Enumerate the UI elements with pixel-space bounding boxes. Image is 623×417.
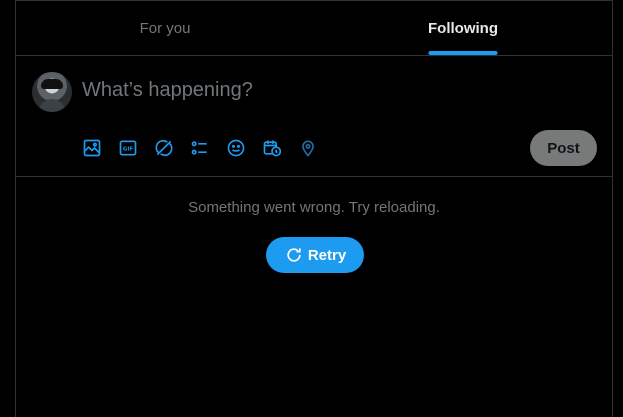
grok-icon[interactable] xyxy=(154,134,190,162)
active-tab-indicator xyxy=(428,51,498,55)
refresh-icon xyxy=(287,248,301,262)
image-icon[interactable] xyxy=(82,134,118,162)
retry-label: Retry xyxy=(307,246,347,264)
avatar-hair xyxy=(41,79,63,89)
composer-toolbar: GIF xyxy=(82,134,334,162)
emoji-icon[interactable] xyxy=(226,134,262,162)
avatar-body xyxy=(38,99,66,112)
location-icon[interactable] xyxy=(298,134,334,162)
tab-following[interactable]: Following xyxy=(314,1,612,55)
post-composer: What’s happening? GIF Post xyxy=(16,56,612,177)
error-message: Something went wrong. Try reloading. xyxy=(188,199,440,216)
tab-for-you-label: For you xyxy=(139,19,191,37)
poll-icon[interactable] xyxy=(190,134,226,162)
timeline-column: For you Following What’s happening? GIF xyxy=(15,0,613,417)
avatar[interactable] xyxy=(32,72,72,112)
compose-input[interactable]: What’s happening? xyxy=(82,79,253,102)
post-button[interactable]: Post xyxy=(530,130,597,166)
gif-icon[interactable]: GIF xyxy=(118,134,154,162)
retry-button[interactable]: Retry xyxy=(266,237,364,273)
schedule-icon[interactable] xyxy=(262,134,298,162)
tab-following-label: Following xyxy=(428,19,498,37)
tab-for-you[interactable]: For you xyxy=(16,1,314,55)
svg-text:GIF: GIF xyxy=(123,147,133,153)
timeline-tabs: For you Following xyxy=(16,1,612,56)
